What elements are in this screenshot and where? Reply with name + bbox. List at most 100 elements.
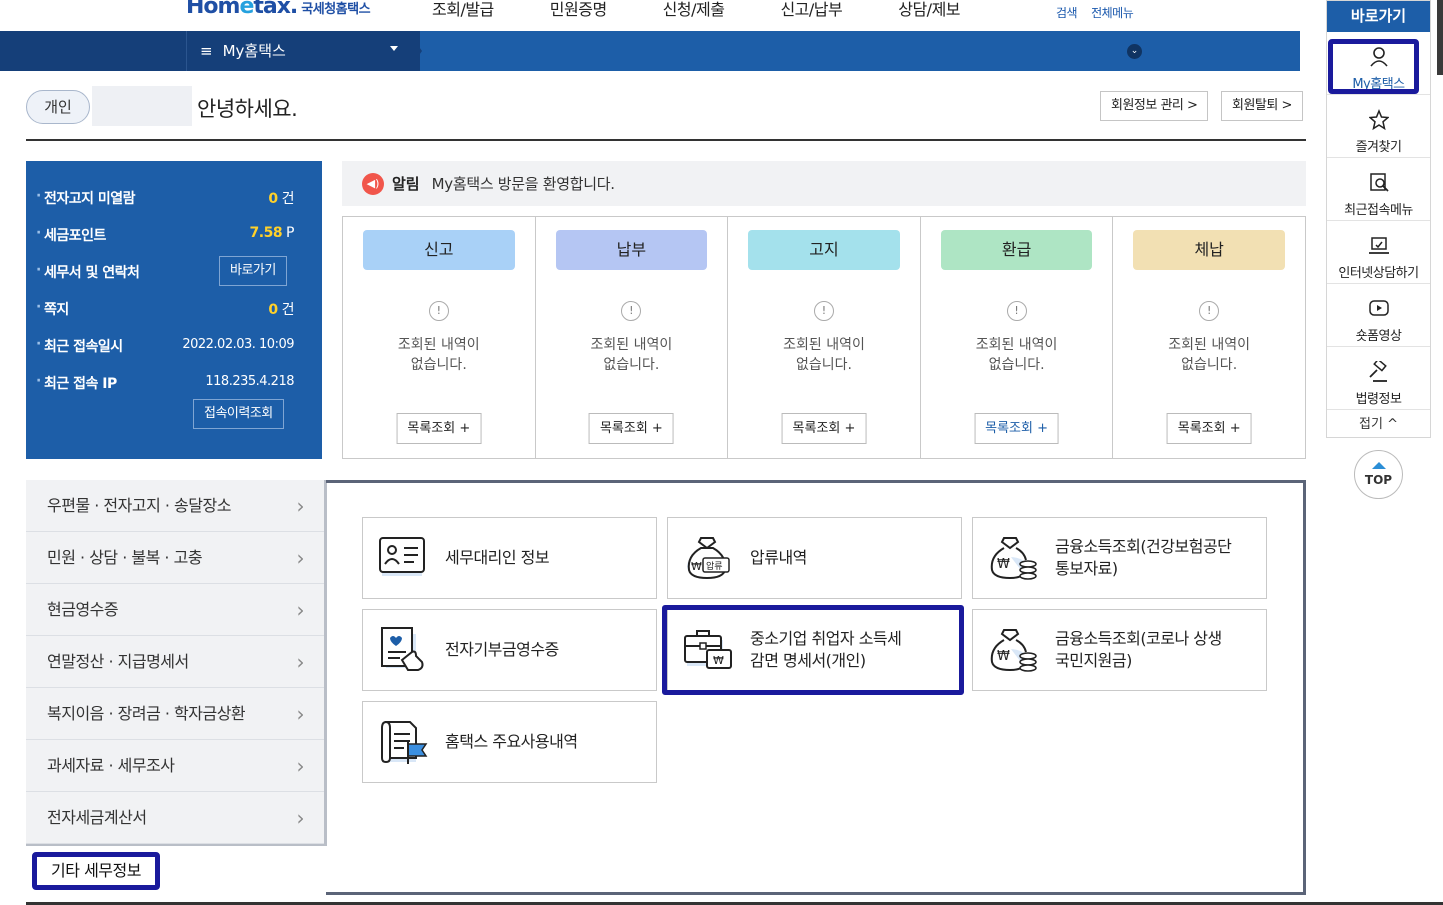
info-label: 전자고지 미열람 [36, 188, 136, 208]
id-card-icon [379, 537, 425, 576]
gnb-item[interactable]: 민원증명 [550, 0, 607, 20]
left-category-menu: 우편물 · 전자고지 · 송달장소 › 민원 · 상담 · 불복 · 고충 › 현금… [26, 480, 327, 846]
user-info-panel: 전자고지 미열람 0 건 세금포인트 7.58 P 세무서 및 연락처 바로가기… [26, 161, 322, 459]
utility-links: 검색 전체메뉴 [1056, 4, 1134, 21]
info-icon: ! [1006, 301, 1027, 321]
notice-bar: ◀) 알림 My홈택스 방문을 환영합니다. [342, 161, 1306, 206]
annotation-highlight-box [1328, 39, 1419, 94]
quick-fold-button[interactable]: 접기 ^ [1327, 410, 1430, 440]
tax-agent-info-tile[interactable]: 세무대리인 정보 [362, 517, 657, 599]
quick-menu-title: 바로가기 [1327, 1, 1430, 32]
quick-short-video[interactable]: 숏폼영상 [1327, 284, 1430, 347]
my-hometax-dropdown[interactable]: ≡ My홈택스 [200, 40, 398, 61]
greeting-text: 안녕하세요. [197, 97, 298, 121]
list-view-button[interactable]: 목록조회 + [974, 413, 1060, 444]
info-value: 7.58 P [249, 225, 295, 241]
user-name-redacted [92, 86, 192, 126]
money-bag-seizure-icon: ₩ 압류 [687, 537, 730, 580]
left-menu-item[interactable]: 과세자료 · 세무조사 › [26, 740, 324, 792]
seizure-tile[interactable]: ₩ 압류 압류내역 [667, 517, 962, 599]
gnb-item[interactable]: 신청/제출 [663, 0, 725, 20]
chevron-right-icon: › [296, 546, 305, 570]
megaphone-icon: ◀) [362, 172, 384, 195]
gavel-icon [1369, 361, 1387, 382]
quick-law-info[interactable]: 법령정보 [1327, 347, 1430, 410]
etc-tax-info-tab[interactable]: 기타 세무정보 [32, 852, 160, 890]
member-info-button[interactable]: 회원정보 관리 > [1100, 91, 1209, 121]
global-nav: 조회/발급 민원증명 신청/제출 신고/납부 상담/제보 [432, 0, 1016, 20]
svg-text:₩: ₩ [691, 560, 702, 573]
info-label: 최근 접속일시 [36, 336, 123, 356]
left-menu-item[interactable]: 연말정산 · 지급명세서 › [26, 636, 324, 688]
info-value: 0 건 [268, 302, 294, 318]
status-card-payment: 납부 ! 조회된 내역이 없습니다. 목록조회 + [536, 217, 729, 458]
tile-label: 통보자료) [1055, 559, 1118, 578]
tile-label: 홈택스 주요사용내역 [445, 732, 578, 751]
info-icon: ! [428, 301, 449, 321]
access-history-button[interactable]: 접속이력조회 [193, 399, 284, 429]
last-login-time: 2022.02.03. 10:09 [182, 337, 294, 352]
tile-label: 압류내역 [750, 548, 807, 567]
chevron-right-icon: › [296, 650, 305, 674]
info-icon: ! [621, 301, 642, 321]
status-card-arrears: 체납 ! 조회된 내역이 없습니다. 목록조회 + [1113, 217, 1305, 458]
money-bag-coins-icon: ₩ [990, 537, 1037, 580]
last-login-ip: 118.235.4.218 [205, 374, 294, 389]
list-view-button[interactable]: 목록조회 + [1166, 413, 1252, 444]
document-flag-icon [381, 720, 428, 764]
status-card-notice: 고지 ! 조회된 내역이 없습니다. 목록조회 + [728, 217, 921, 458]
search-link[interactable]: 검색 [1056, 4, 1078, 21]
hometax-logo[interactable]: Hometax. 국세청홈택스 [186, 0, 371, 22]
left-menu-item[interactable]: 전자세금계산서 › [26, 792, 324, 844]
left-menu-item[interactable]: 현금영수증 › [26, 584, 324, 636]
info-label: 최근 접속 IP [36, 373, 117, 393]
card-title: 체납 [1133, 230, 1285, 270]
chevron-right-icon: › [296, 806, 305, 830]
left-menu-item[interactable]: 민원 · 상담 · 불복 · 고충 › [26, 532, 324, 584]
all-menu-link[interactable]: 전체메뉴 [1091, 4, 1134, 21]
list-view-button[interactable]: 목록조회 + [781, 413, 867, 444]
financial-income-covid-tile[interactable]: ₩ 금융소득조회(코로나 상생 국민지원금) [972, 609, 1267, 691]
svg-text:₩: ₩ [997, 649, 1010, 664]
user-type-badge: 개인 [26, 90, 90, 124]
recent-search-icon [1370, 173, 1389, 192]
financial-income-health-tile[interactable]: ₩ 금융소득조회(건강보험공단통보자료) [972, 517, 1267, 599]
chevron-right-icon: › [296, 754, 305, 778]
info-value: 0 건 [268, 191, 294, 207]
withdraw-button[interactable]: 회원탈퇴 > [1221, 91, 1303, 121]
info-icon: ! [1199, 301, 1220, 321]
document-hand-icon [381, 627, 424, 671]
quick-favorites[interactable]: 즐겨찾기 [1327, 95, 1430, 158]
chevron-right-icon: › [296, 494, 305, 518]
quick-recent-menu[interactable]: 최근접속메뉴 [1327, 158, 1430, 221]
tile-label: 세무대리인 정보 [445, 548, 550, 567]
gnb-item[interactable]: 상담/제보 [898, 0, 960, 20]
top-header: Hometax. 국세청홈택스 조회/발급 민원증명 신청/제출 신고/납부 상… [0, 0, 1443, 31]
hamburger-icon: ≡ [200, 41, 213, 60]
card-title: 환급 [940, 230, 1093, 270]
left-menu-item[interactable]: 복지이음 · 장려금 · 학자금상환 › [26, 688, 324, 740]
card-title: 신고 [363, 230, 515, 270]
tile-label: 금융소득조회(건강보험공단 [1055, 537, 1232, 556]
list-view-button[interactable]: 목록조회 + [396, 413, 482, 444]
gnb-item[interactable]: 조회/발급 [432, 0, 494, 20]
notice-text: My홈택스 방문을 환영합니다. [431, 175, 615, 193]
hometax-usage-tile[interactable]: 홈택스 주요사용내역 [362, 701, 657, 783]
card-title: 고지 [748, 230, 900, 270]
chevron-down-icon[interactable]: ⌄ [1127, 44, 1142, 59]
scroll-top-button[interactable]: TOP [1354, 450, 1403, 499]
tile-label: 금융소득조회(코로나 상생 [1055, 629, 1222, 648]
notice-label: 알림 [392, 175, 420, 193]
status-card-report: 신고 ! 조회된 내역이 없습니다. 목록조회 + [343, 217, 536, 458]
quick-online-consult[interactable]: 인터넷상담하기 [1327, 221, 1430, 284]
left-menu-item[interactable]: 우편물 · 전자고지 · 송달장소 › [26, 480, 324, 532]
donation-receipt-tile[interactable]: 전자기부금영수증 [362, 609, 657, 691]
info-label: 세무서 및 연락처 [36, 262, 140, 282]
laptop-chat-icon [1369, 237, 1389, 254]
list-view-button[interactable]: 목록조회 + [588, 413, 674, 444]
gnb-item[interactable]: 신고/납부 [780, 0, 842, 20]
tax-office-shortcut-button[interactable]: 바로가기 [219, 256, 287, 286]
dropdown-label: My홈택스 [222, 42, 286, 60]
card-title: 납부 [555, 230, 708, 270]
annotation-highlight-box [662, 605, 964, 695]
